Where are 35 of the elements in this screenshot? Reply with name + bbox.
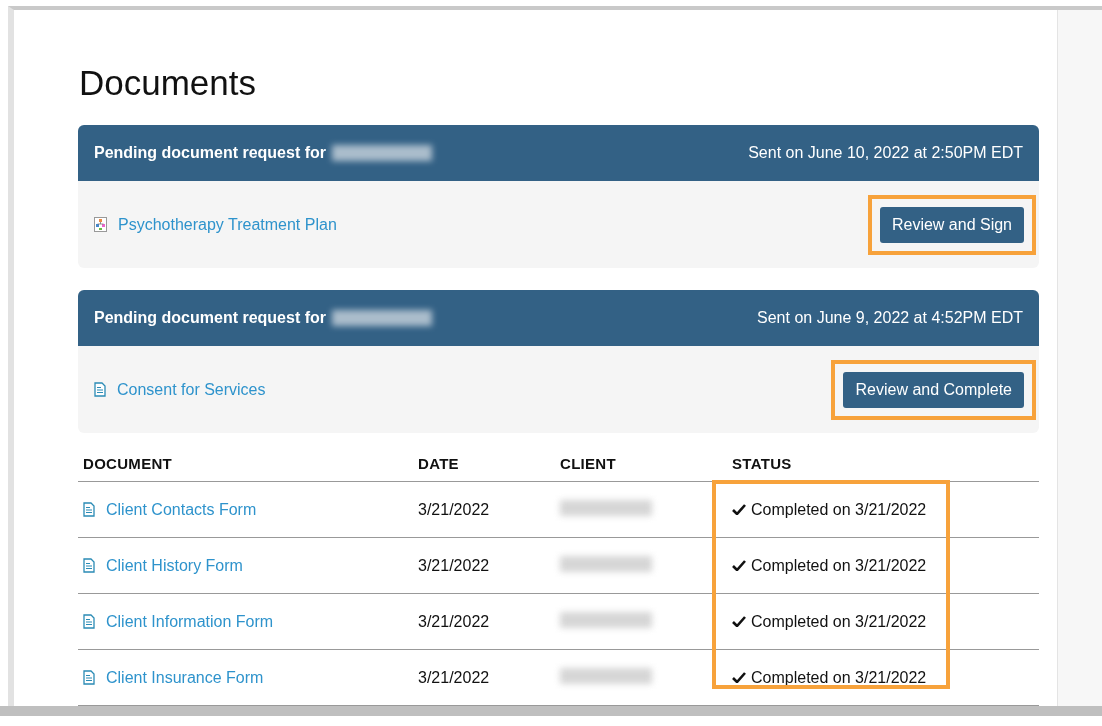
column-header: STATUS (727, 455, 1039, 482)
sent-date: Sent on June 9, 2022 at 4:52PM EDT (757, 309, 1023, 327)
document-icon (83, 670, 95, 685)
document-link[interactable]: Consent for Services (117, 380, 266, 399)
column-header: DOCUMENT (78, 455, 413, 482)
date-cell: 3/21/2022 (413, 593, 555, 650)
chart-document-icon (94, 217, 107, 232)
status-text: Completed on 3/21/2022 (751, 612, 927, 631)
column-header: DATE (413, 455, 555, 482)
document-link[interactable]: Psychotherapy Treatment Plan (118, 215, 337, 234)
document-link[interactable]: Client Information Form (106, 612, 274, 631)
document-link[interactable]: Client Contacts Form (106, 500, 257, 519)
sent-date: Sent on June 10, 2022 at 2:50PM EDT (748, 144, 1023, 162)
request-heading: Pending document request for (94, 309, 326, 327)
checkmark-icon (732, 560, 746, 571)
document-link[interactable]: Client Insurance Form (106, 668, 264, 687)
checkmark-icon (732, 616, 746, 627)
review-button[interactable]: Review and Sign (879, 206, 1024, 243)
status-text: Completed on 3/21/2022 (751, 556, 927, 575)
checkmark-icon (732, 672, 746, 683)
page-title: Documents (78, 62, 258, 104)
request-heading: Pending document request for (94, 144, 326, 162)
document-icon (83, 502, 95, 517)
document-icon (94, 382, 106, 397)
date-cell: 3/21/2022 (413, 649, 555, 706)
document-icon (83, 558, 95, 573)
date-cell: 3/21/2022 (413, 537, 555, 594)
document-link[interactable]: Client History Form (106, 556, 243, 575)
status-text: Completed on 3/21/2022 (751, 668, 927, 687)
review-button[interactable]: Review and Complete (843, 371, 1024, 408)
checkmark-icon (732, 504, 746, 515)
column-header: CLIENT (555, 455, 727, 482)
document-icon (83, 614, 95, 629)
date-cell: 3/21/2022 (413, 481, 555, 538)
status-text: Completed on 3/21/2022 (751, 500, 927, 519)
